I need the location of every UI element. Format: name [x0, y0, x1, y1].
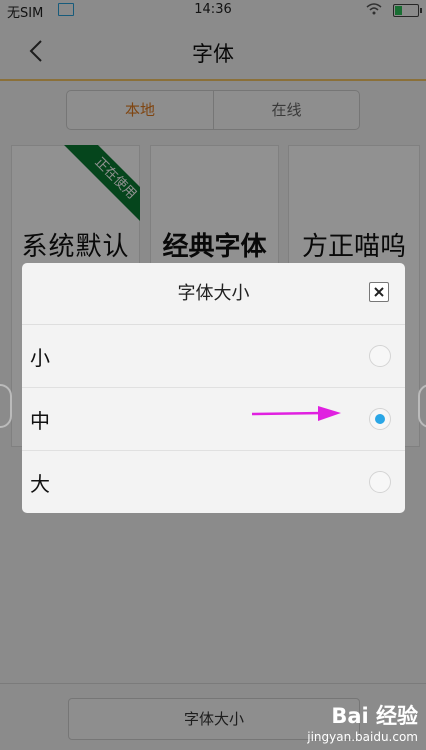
option-label: 大 — [30, 472, 50, 496]
radio-large[interactable] — [369, 471, 391, 493]
option-medium[interactable]: 中 — [22, 388, 405, 451]
baidu-jingyan-logo: Bai 经验 — [331, 704, 418, 728]
close-icon — [374, 287, 384, 297]
option-large[interactable]: 大 — [22, 451, 405, 513]
radio-selected-dot — [375, 414, 385, 424]
radio-medium[interactable] — [369, 408, 391, 430]
option-small[interactable]: 小 — [22, 325, 405, 388]
annotation-arrow-icon — [252, 406, 341, 421]
option-label: 小 — [30, 346, 50, 370]
font-size-dialog: 字体大小 小 中 大 — [22, 263, 405, 513]
watermark-url: jingyan.baidu.com — [307, 730, 418, 744]
dialog-title: 字体大小 — [22, 263, 405, 325]
radio-small[interactable] — [369, 345, 391, 367]
close-button[interactable] — [369, 282, 389, 302]
watermark: Bai 经验 jingyan.baidu.com — [307, 700, 418, 744]
scroll-right-handle — [418, 384, 426, 428]
scroll-left-handle — [0, 384, 12, 428]
screen: 无SIM 14:36 字体 本地 在线 正在使用 系统默认 经典字体 方正喵呜 … — [0, 0, 426, 750]
option-label: 中 — [30, 409, 50, 433]
